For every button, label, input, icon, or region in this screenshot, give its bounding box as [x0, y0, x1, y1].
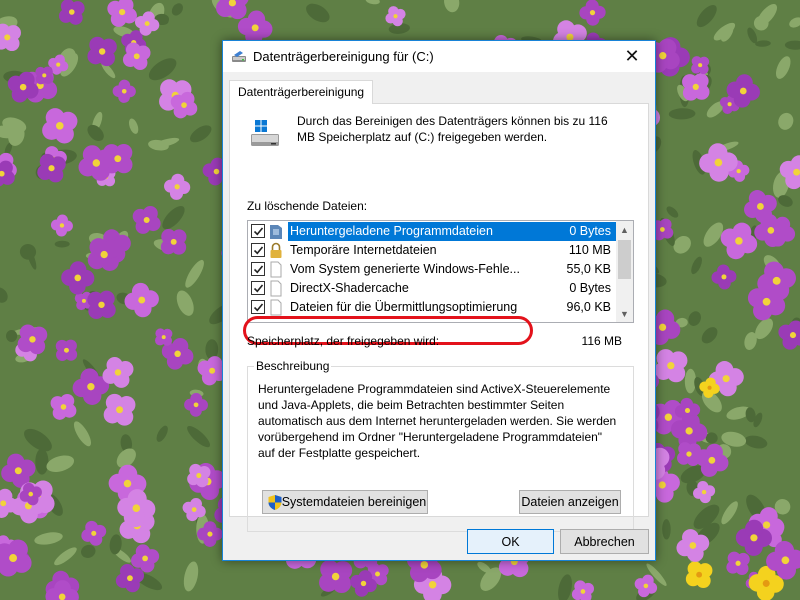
- file-size: 110 MB: [568, 243, 611, 257]
- scroll-thumb[interactable]: [618, 240, 631, 279]
- flower: [677, 442, 701, 466]
- flower: [87, 238, 121, 271]
- space-freed-value: 116 MB: [581, 334, 622, 348]
- checkmark-icon: [253, 265, 264, 274]
- flower: [78, 145, 115, 181]
- close-button[interactable]: ✕: [609, 41, 655, 72]
- document-icon: [270, 299, 282, 316]
- flower: [160, 229, 187, 255]
- flower: [87, 36, 117, 67]
- checkbox[interactable]: [251, 300, 265, 314]
- flower: [50, 394, 77, 420]
- list-item-windows-error-files[interactable]: Vom System generierte Windows-Fehle... 5…: [248, 260, 617, 279]
- file-name: Heruntergeladene Programmdateien: [290, 224, 493, 238]
- flower: [685, 561, 713, 589]
- clean-system-files-button[interactable]: Systemdateien bereinigen: [262, 490, 428, 514]
- ok-button[interactable]: OK: [467, 529, 554, 554]
- file-name: Dateien für die Übermittlungsoptimierung: [290, 300, 518, 314]
- flower: [58, 0, 85, 25]
- title-bar[interactable]: Datenträgerbereinigung für (C:) ✕: [223, 41, 655, 72]
- flower: [0, 23, 21, 52]
- intro-text: Durch das Bereinigen des Datenträgers kö…: [297, 114, 608, 144]
- flower: [37, 153, 66, 183]
- checkbox[interactable]: [251, 243, 265, 257]
- flower: [122, 42, 151, 71]
- document-icon: [270, 261, 282, 278]
- lock-icon: [270, 242, 282, 258]
- vertical-scrollbar[interactable]: ▲ ▼: [616, 221, 633, 322]
- tab-disk-cleanup[interactable]: Datenträgerbereinigung: [229, 80, 374, 104]
- flower: [132, 205, 161, 234]
- flower: [187, 463, 211, 488]
- file-size: 0 Bytes: [569, 281, 611, 295]
- list-item-directx-shadercache[interactable]: DirectX-Shadercache 0 Bytes: [248, 279, 617, 298]
- document-icon: [270, 280, 282, 297]
- flower: [319, 559, 353, 594]
- checkbox[interactable]: [251, 224, 265, 238]
- scroll-up-arrow-icon[interactable]: ▲: [616, 221, 633, 238]
- checkbox[interactable]: [251, 281, 265, 295]
- file-name: DirectX-Shadercache: [290, 281, 409, 295]
- files-label: Zu löschende Dateien:: [247, 199, 368, 213]
- flower: [42, 108, 78, 144]
- checkbox[interactable]: [251, 262, 265, 276]
- checkmark-icon: [253, 227, 264, 236]
- description-group: Beschreibung Heruntergeladene Programmda…: [247, 359, 634, 532]
- cancel-button[interactable]: Abbrechen: [560, 529, 649, 554]
- flower: [103, 393, 136, 426]
- window-title: Datenträgerbereinigung für (C:): [253, 49, 434, 64]
- file-size: 55,0 KB: [566, 262, 611, 276]
- close-icon: ✕: [624, 46, 640, 66]
- flower: [35, 66, 54, 85]
- flower: [87, 290, 116, 319]
- tab-panel: Durch das Bereinigen des Datenträgers kö…: [229, 103, 649, 532]
- list-item-temp-internet-files[interactable]: Temporäre Internetdateien 110 MB: [248, 241, 617, 260]
- disk-cleanup-dialog: Datenträgerbereinigung für (C:) ✕ Datent…: [222, 40, 656, 561]
- flower: [155, 328, 173, 346]
- flower: [170, 91, 198, 119]
- flower: [0, 539, 32, 577]
- checkmark-icon: [253, 246, 264, 255]
- description-text: Heruntergeladene Programmdateien sind Ac…: [258, 382, 617, 460]
- list-item-delivery-optimization[interactable]: Dateien für die Übermittlungsoptimierung…: [248, 298, 617, 317]
- flower: [17, 324, 48, 355]
- checkmark-icon: [253, 303, 264, 312]
- flower: [691, 56, 710, 75]
- uac-shield-icon: [268, 495, 282, 510]
- file-size: 0 Bytes: [569, 224, 611, 238]
- flower: [55, 339, 78, 361]
- disk-cleanup-icon: [232, 51, 246, 62]
- space-freed-label: Speicherplatz, der freigegeben wird:: [247, 334, 440, 348]
- flower: [726, 551, 750, 575]
- flower: [682, 73, 710, 101]
- flower: [654, 349, 688, 383]
- checkmark-icon: [253, 284, 264, 293]
- scroll-down-arrow-icon[interactable]: ▼: [616, 305, 633, 322]
- folder-icon: [270, 225, 282, 239]
- file-size: 96,0 KB: [566, 300, 611, 314]
- description-legend: Beschreibung: [254, 359, 332, 373]
- file-name: Vom System generierte Windows-Fehle...: [290, 262, 520, 276]
- file-name: Temporäre Internetdateien: [290, 243, 437, 257]
- drive-icon: [251, 120, 279, 146]
- show-files-button[interactable]: Dateien anzeigen: [519, 490, 621, 514]
- clean-system-files-label: Systemdateien bereinigen: [281, 495, 427, 509]
- file-list[interactable]: Heruntergeladene Programmdateien 0 Bytes…: [247, 220, 634, 323]
- list-item-downloaded-programs[interactable]: Heruntergeladene Programmdateien 0 Bytes: [248, 222, 617, 241]
